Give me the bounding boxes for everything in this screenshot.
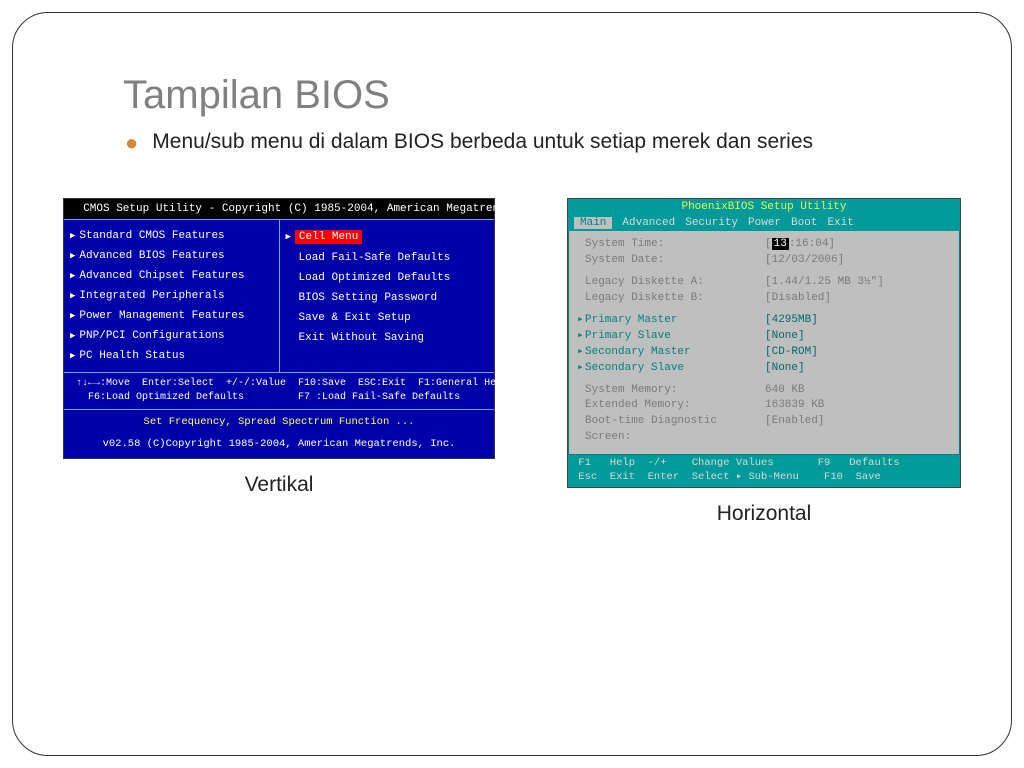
ami-menu-item[interactable]: BIOS Setting Password	[284, 288, 491, 308]
caption-vertikal: Vertikal	[245, 473, 314, 497]
phoenix-field-row[interactable]: Legacy Diskette B:[Disabled]	[577, 291, 951, 307]
phoenix-field-row[interactable]: System Memory:640 KB	[577, 383, 951, 399]
caption-horizontal: Horizontal	[717, 502, 812, 526]
phoenix-tab-exit[interactable]: Exit	[827, 217, 853, 229]
slide-frame: Tampilan BIOS ● Menu/sub menu di dalam B…	[12, 12, 1012, 756]
phoenix-field-row[interactable]: Boot-time Diagnostic Screen:[Enabled]	[577, 414, 951, 446]
phoenix-column: PhoenixBIOS Setup Utility Main Advanced Se…	[567, 198, 961, 526]
phoenix-title: PhoenixBIOS Setup Utility	[568, 199, 960, 215]
triangle-right-icon: ▶	[286, 232, 291, 242]
bullet-item: ● Menu/sub menu di dalam BIOS berbeda un…	[125, 130, 951, 156]
ami-menu-item[interactable]: ▶Integrated Peripherals	[68, 286, 275, 306]
triangle-right-icon	[577, 253, 585, 269]
phoenix-tab-boot[interactable]: Boot	[791, 217, 817, 229]
triangle-right-icon: ▸	[577, 345, 585, 361]
ami-menu-item-selected[interactable]: ▶Cell Menu	[284, 226, 491, 248]
ami-header: CMOS Setup Utility - Copyright (C) 1985-…	[64, 199, 494, 219]
triangle-right-icon: ▶	[70, 351, 75, 361]
phoenix-footer: F1 Help -/+ Change Values F9 Defaults Es…	[568, 455, 960, 486]
ami-column: CMOS Setup Utility - Copyright (C) 1985-…	[63, 198, 495, 526]
phoenix-bios-screenshot: PhoenixBIOS Setup Utility Main Advanced Se…	[567, 198, 961, 488]
triangle-right-icon: ▶	[70, 271, 75, 281]
phoenix-field-row[interactable]: System Date:[12/03/2006]	[577, 253, 951, 269]
ami-menu-item[interactable]: Save & Exit Setup	[284, 308, 491, 328]
triangle-right-icon: ▸	[577, 361, 585, 377]
ami-menu-item[interactable]: Load Optimized Defaults	[284, 268, 491, 288]
triangle-right-icon	[577, 414, 585, 446]
ami-body: ▶Standard CMOS Features▶Advanced BIOS Fe…	[64, 219, 494, 373]
slide-title: Tampilan BIOS	[123, 73, 951, 118]
phoenix-tabs: Main Advanced Security Power Boot Exit	[568, 215, 960, 231]
triangle-right-icon: ▶	[70, 231, 75, 241]
triangle-right-icon	[577, 291, 585, 307]
ami-menu-item[interactable]: ▶PC Health Status	[68, 346, 275, 366]
phoenix-tab-main[interactable]: Main	[574, 217, 612, 229]
phoenix-tab-security[interactable]: Security	[685, 217, 738, 229]
ami-help-bar: ↑↓←→:Move Enter:Select +/-/:Value F10:Sa…	[64, 373, 494, 410]
ami-menu-item[interactable]: ▶Standard CMOS Features	[68, 226, 275, 246]
triangle-right-icon: ▶	[70, 291, 75, 301]
phoenix-tab-power[interactable]: Power	[748, 217, 781, 229]
phoenix-tab-advanced[interactable]: Advanced	[622, 217, 675, 229]
bullet-dot-icon: ●	[125, 130, 138, 156]
ami-menu-item[interactable]: ▶Power Management Features	[68, 306, 275, 326]
triangle-right-icon: ▶	[70, 311, 75, 321]
phoenix-field-row[interactable]: Legacy Diskette A:[1.44/1.25 MB 3½"]	[577, 275, 951, 291]
ami-menu-item[interactable]: ▶PNP/PCI Configurations	[68, 326, 275, 346]
triangle-right-icon: ▶	[70, 251, 75, 261]
ami-menu-item[interactable]: Exit Without Saving	[284, 328, 491, 348]
ami-menu-item[interactable]: ▶Advanced BIOS Features	[68, 246, 275, 266]
ami-bios-screenshot: CMOS Setup Utility - Copyright (C) 1985-…	[63, 198, 495, 459]
phoenix-field-row[interactable]: ▸Primary Master[4295MB]	[577, 313, 951, 329]
triangle-right-icon	[577, 398, 585, 414]
ami-menu-item[interactable]: Load Fail-Safe Defaults	[284, 248, 491, 268]
phoenix-field-row[interactable]: Extended Memory:163839 KB	[577, 398, 951, 414]
triangle-right-icon: ▸	[577, 329, 585, 345]
ami-footer-copyright: v02.58 (C)Copyright 1985-2004, American …	[64, 434, 494, 458]
panels-row: CMOS Setup Utility - Copyright (C) 1985-…	[63, 198, 951, 526]
ami-right-col: ▶Cell MenuLoad Fail-Safe DefaultsLoad Op…	[280, 220, 495, 372]
triangle-right-icon	[577, 275, 585, 291]
bullet-text: Menu/sub menu di dalam BIOS berbeda untu…	[152, 130, 813, 154]
phoenix-main-panel: System Time:[13:16:04] System Date:[12/0…	[568, 231, 960, 455]
ami-left-col: ▶Standard CMOS Features▶Advanced BIOS Fe…	[64, 220, 280, 372]
phoenix-field-row[interactable]: ▸Secondary Master[CD-ROM]	[577, 345, 951, 361]
triangle-right-icon: ▶	[70, 331, 75, 341]
ami-footer-hint: Set Frequency, Spread Spectrum Function …	[64, 410, 494, 434]
triangle-right-icon	[577, 383, 585, 399]
phoenix-field-row[interactable]: System Time:[13:16:04]	[577, 237, 951, 253]
phoenix-field-row[interactable]: ▸Secondary Slave[None]	[577, 361, 951, 377]
ami-menu-item[interactable]: ▶Advanced Chipset Features	[68, 266, 275, 286]
phoenix-field-row[interactable]: ▸Primary Slave[None]	[577, 329, 951, 345]
triangle-right-icon	[577, 237, 585, 253]
triangle-right-icon: ▸	[577, 313, 585, 329]
